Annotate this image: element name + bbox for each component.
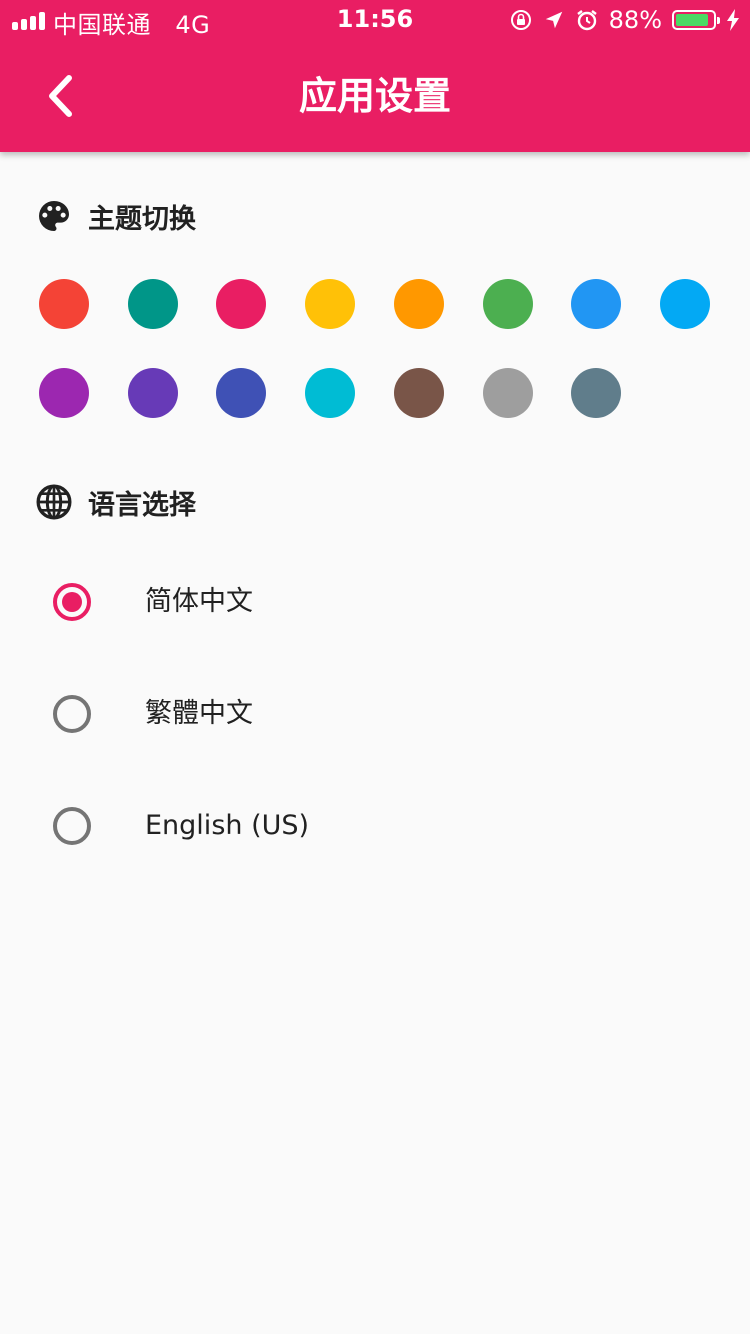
language-section-label: 语言选择 [88, 489, 196, 521]
rotation-lock-icon [510, 10, 531, 30]
theme-section-label: 主题切换 [88, 203, 196, 235]
theme-color-swatch[interactable] [483, 368, 533, 418]
battery-icon [672, 10, 720, 30]
theme-color-swatch[interactable] [216, 279, 266, 329]
globe-icon [36, 484, 72, 520]
status-icons: 88% [509, 6, 740, 34]
location-icon [545, 11, 562, 29]
language-option-english-us[interactable]: English (US) [0, 781, 750, 871]
theme-color-swatch[interactable] [571, 368, 621, 418]
theme-color-swatch[interactable] [128, 368, 178, 418]
radio-button[interactable] [53, 583, 91, 621]
language-option-label: 简体中文 [145, 586, 253, 617]
radio-button[interactable] [53, 695, 91, 733]
theme-color-swatch[interactable] [128, 279, 178, 329]
theme-color-swatch[interactable] [483, 279, 533, 329]
palette-icon [39, 201, 69, 231]
language-option-traditional-chinese[interactable]: 繁體中文 [0, 669, 750, 759]
language-option-label: English (US) [145, 810, 310, 841]
alarm-icon [576, 10, 597, 31]
radio-button[interactable] [53, 807, 91, 845]
theme-section-header: 主题切换 [34, 196, 196, 236]
language-option-simplified-chinese[interactable]: 简体中文 [0, 557, 750, 647]
language-section-header: 语言选择 [34, 482, 196, 522]
battery-percent: 88% [608, 6, 662, 34]
theme-color-swatch[interactable] [216, 368, 266, 418]
theme-color-swatch[interactable] [571, 279, 621, 329]
theme-color-swatch[interactable] [39, 368, 89, 418]
battery-nub [717, 17, 720, 24]
status-bar: 中国联通 4G 11:56 88% [0, 0, 750, 40]
app-bar: 中国联通 4G 11:56 88% 应用设置 [0, 0, 750, 152]
language-option-label: 繁體中文 [145, 698, 253, 729]
theme-color-swatch[interactable] [394, 279, 444, 329]
page-title: 应用设置 [298, 74, 451, 118]
charging-icon [727, 9, 739, 31]
theme-color-swatch[interactable] [394, 368, 444, 418]
theme-color-swatch[interactable] [305, 368, 355, 418]
battery-fill [676, 14, 708, 26]
theme-color-swatch[interactable] [660, 279, 710, 329]
theme-color-swatch[interactable] [305, 279, 355, 329]
theme-color-swatch[interactable] [39, 279, 89, 329]
